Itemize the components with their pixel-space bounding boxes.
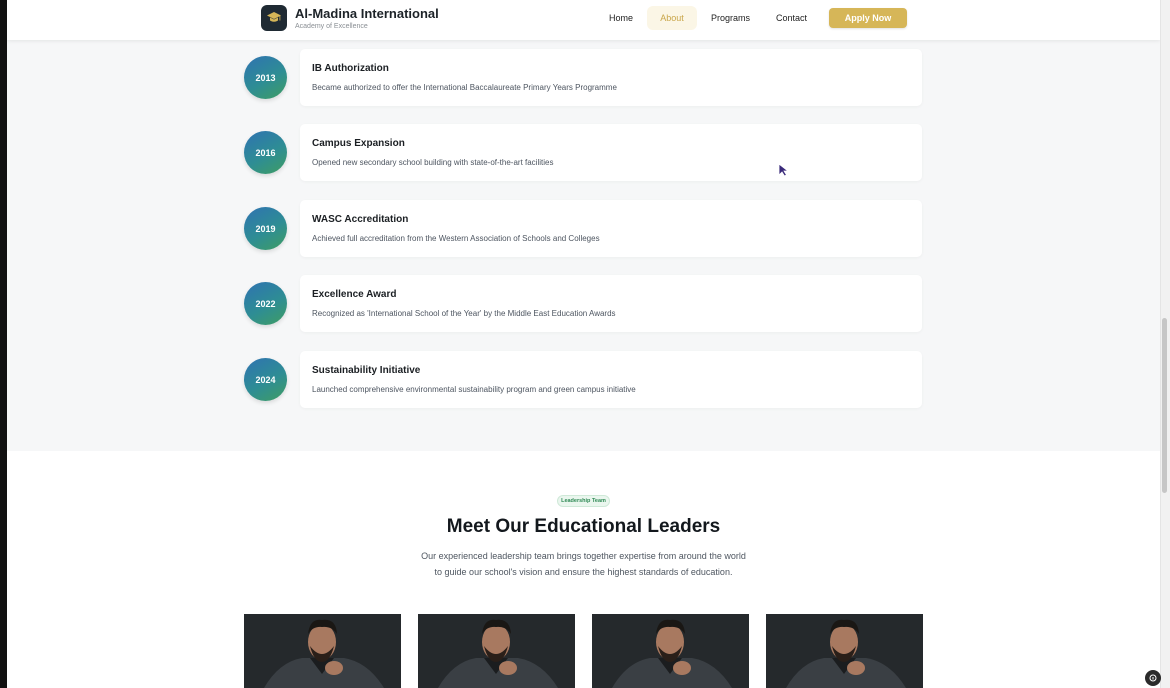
leadership-description-line: Our experienced leadership team brings t… — [421, 551, 746, 561]
leader-photo[interactable] — [766, 614, 923, 688]
nav-programs[interactable]: Programs — [711, 13, 750, 23]
leadership-section: Leadership Team Meet Our Educational Lea… — [7, 451, 1160, 688]
timeline-card: WASC Accreditation Achieved full accredi… — [300, 200, 922, 257]
graduation-cap-icon[interactable] — [261, 5, 287, 31]
timeline-card: Sustainability Initiative Launched compr… — [300, 351, 922, 408]
leader-photo[interactable] — [244, 614, 401, 688]
nav-contact[interactable]: Contact — [776, 13, 807, 23]
window-left-edge — [0, 0, 7, 688]
scrollbar-thumb[interactable] — [1162, 318, 1167, 493]
timeline-description: Launched comprehensive environmental sus… — [312, 385, 636, 394]
nav-about[interactable]: About — [647, 6, 697, 30]
timeline-title: Campus Expansion — [312, 138, 405, 149]
leadership-heading: Meet Our Educational Leaders — [446, 516, 721, 537]
timeline-year-badge: 2022 — [244, 282, 287, 325]
page: Al-Madina International Academy of Excel… — [7, 0, 1160, 688]
leadership-description-line: to guide our school's vision and ensure … — [434, 567, 733, 577]
timeline-card: IB Authorization Became authorized to of… — [300, 49, 922, 106]
brand-subtitle: Academy of Excellence — [295, 23, 368, 30]
timeline-description: Opened new secondary school building wit… — [312, 158, 554, 167]
timeline-title: Excellence Award — [312, 289, 397, 300]
leader-photo[interactable] — [418, 614, 575, 688]
timeline-year-badge: 2013 — [244, 56, 287, 99]
timeline-title: WASC Accreditation — [312, 214, 409, 225]
apply-now-button[interactable]: Apply Now — [829, 8, 907, 28]
timeline-title: Sustainability Initiative — [312, 365, 421, 376]
timeline-card: Campus Expansion Opened new secondary sc… — [300, 124, 922, 181]
nav-home[interactable]: Home — [609, 13, 633, 23]
timeline-year-badge: 2024 — [244, 358, 287, 401]
mouse-cursor-icon — [778, 163, 790, 182]
timeline-year-badge: 2019 — [244, 207, 287, 250]
site-header: Al-Madina International Academy of Excel… — [7, 0, 1160, 40]
timeline-description: Recognized as 'International School of t… — [312, 309, 616, 318]
timeline-title: IB Authorization — [312, 63, 389, 74]
brand-title[interactable]: Al-Madina International — [295, 6, 439, 21]
timeline-year-badge: 2016 — [244, 131, 287, 174]
timeline-description: Achieved full accreditation from the Wes… — [312, 234, 600, 243]
timeline-card: Excellence Award Recognized as 'Internat… — [300, 275, 922, 332]
leadership-badge: Leadership Team — [557, 495, 610, 507]
help-icon[interactable] — [1145, 670, 1161, 686]
leader-photo[interactable] — [592, 614, 749, 688]
timeline-description: Became authorized to offer the Internati… — [312, 83, 617, 92]
